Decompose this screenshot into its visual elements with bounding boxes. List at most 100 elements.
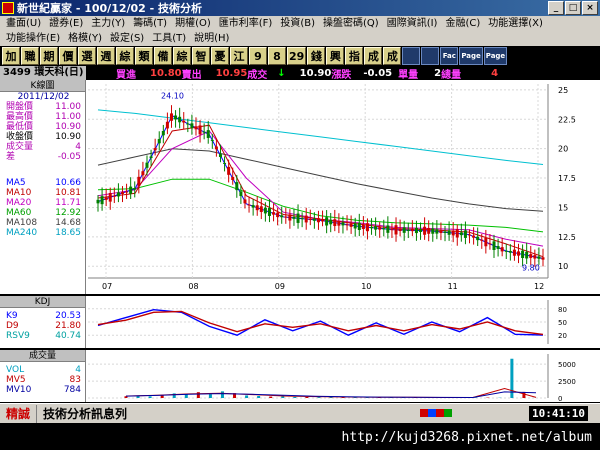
candle-body [370,226,374,229]
candle-body [329,219,333,225]
candle-body [272,212,276,215]
toolbar-button[interactable]: 職 [21,47,39,65]
candle-body [243,199,247,204]
y-tick-label: 5000 [558,361,576,369]
menu-item[interactable]: 設定(S) [106,31,148,46]
candle-body [210,139,214,141]
toolbar-button[interactable]: 加 [2,47,20,65]
maximize-button[interactable]: □ [565,1,581,15]
candle-body [304,215,308,223]
menu-item[interactable]: 匯市利率(F) [215,16,277,31]
volume-bar [220,391,224,398]
candle-body [104,197,108,200]
menu-item[interactable]: 功能選擇(X) [484,16,547,31]
toolbar-button[interactable]: 價 [59,47,77,65]
info-label: MV10 [6,385,32,395]
toolbar-button[interactable]: 江 [230,47,248,65]
candle-body [259,206,263,213]
buy-value: 10.80 [150,67,182,79]
info-row: VOL 4 [0,365,85,375]
kline-chart[interactable]: 10 12.5 15 17.5 20 22.5 25 07 08 09 10 11 12 24.10 9.8… [86,80,600,294]
menu-item[interactable]: 主力(Y) [87,16,129,31]
toolbar-button[interactable]: 週 [97,47,115,65]
toolbar-button[interactable]: Page [459,47,483,65]
candle-body [451,230,455,236]
candle-body [288,214,292,221]
y-tick-label: 15 [558,203,568,212]
volume-chart[interactable]: 0 2500 5000 [86,350,600,402]
candle-body [116,192,120,197]
volume-bar [196,392,200,398]
candle-body [357,222,361,230]
candle-body [125,191,129,193]
candle-body [182,120,186,123]
menu-item[interactable]: 投資(B) [276,16,319,31]
toolbar-button[interactable]: 29 [287,47,307,65]
menu-item[interactable]: 格模(Y) [64,31,106,46]
kdj-info-panel: KDJ K9 20.53 D9 21.80 RSV9 40.74 [0,296,86,348]
toolbar-button[interactable]: 期 [40,47,58,65]
menu-item[interactable]: 說明(H) [190,31,233,46]
candle-body [239,191,243,197]
candle-body [529,254,533,258]
toolbar-button[interactable]: 指 [345,47,364,65]
y-tick-label: 20 [558,145,568,154]
menu-item[interactable]: 操盤密碼(Q) [319,16,383,31]
color-indicator [420,409,452,417]
toolbar-button[interactable]: 綜 [116,47,134,65]
toolbar-button[interactable]: Page [483,47,508,65]
stock-title[interactable]: 3499 環天科(日) [0,66,86,80]
broker-badge: 精誠 [0,404,38,423]
y-tick-label: 22.5 [558,115,576,124]
toolbar-button[interactable]: 憂 [211,47,229,65]
y-tick-label: 80 [558,306,567,314]
candle-body [541,257,545,260]
toolbar-button[interactable]: 備 [154,47,172,65]
info-row: MA60 12.92 [0,208,85,218]
toolbar-button[interactable]: Fac [440,47,459,65]
toolbar-button[interactable]: 綜 [173,47,191,65]
status-bar: 精誠 技術分析訊息列 10:41:10 [0,403,600,423]
toolbar-button[interactable]: 智 [192,47,210,65]
candle-body [247,204,251,206]
toolbar-button[interactable]: 錢 [307,47,326,65]
toolbar-button[interactable]: 8 [268,47,286,65]
toolbar-button[interactable] [402,47,421,65]
volume-bar [245,395,249,398]
candle-body [353,223,357,229]
minimize-button[interactable]: _ [548,1,564,15]
menu-item[interactable]: 證券(E) [45,16,87,31]
menu-item[interactable]: 工具(T) [148,31,190,46]
info-value: 40.74 [55,331,81,341]
candle-body [141,171,145,176]
toolbar-button[interactable]: 成 [364,47,383,65]
kdj-chart[interactable]: 20 50 80 [86,296,600,348]
candle-body [263,207,267,214]
menu-item[interactable]: 功能操作(E) [2,31,64,46]
y-tick-label: 50 [558,319,567,327]
menu-item[interactable]: 金融(C) [441,16,484,31]
toolbar-button[interactable]: 成 [383,47,402,65]
y-tick-label: 12.5 [558,233,576,242]
candle-body [386,225,390,233]
candle-body [382,228,386,230]
close-button[interactable]: × [582,1,598,15]
toolbar-button[interactable]: 類 [135,47,153,65]
menu-item[interactable]: 籌碼(T) [129,16,171,31]
toolbar-button[interactable]: 興 [326,47,345,65]
x-tick-label: 07 [102,282,112,291]
toolbar-button[interactable] [421,47,440,65]
kline-panel-title: K線圖 [0,80,85,92]
candle-body [500,247,504,252]
volume-bar [257,395,261,398]
candle-body [96,199,100,204]
menu-item[interactable]: 期權(O) [171,16,215,31]
toolbar-button[interactable]: 9 [249,47,267,65]
menu-item[interactable]: 國際資訊(I) [383,16,442,31]
candle-body [194,126,198,130]
toolbar-button[interactable]: 選 [78,47,96,65]
candle-body [145,162,149,168]
menu-item[interactable]: 畫面(U) [2,16,45,31]
candle-body [321,219,325,222]
info-value: 20.53 [55,311,81,321]
